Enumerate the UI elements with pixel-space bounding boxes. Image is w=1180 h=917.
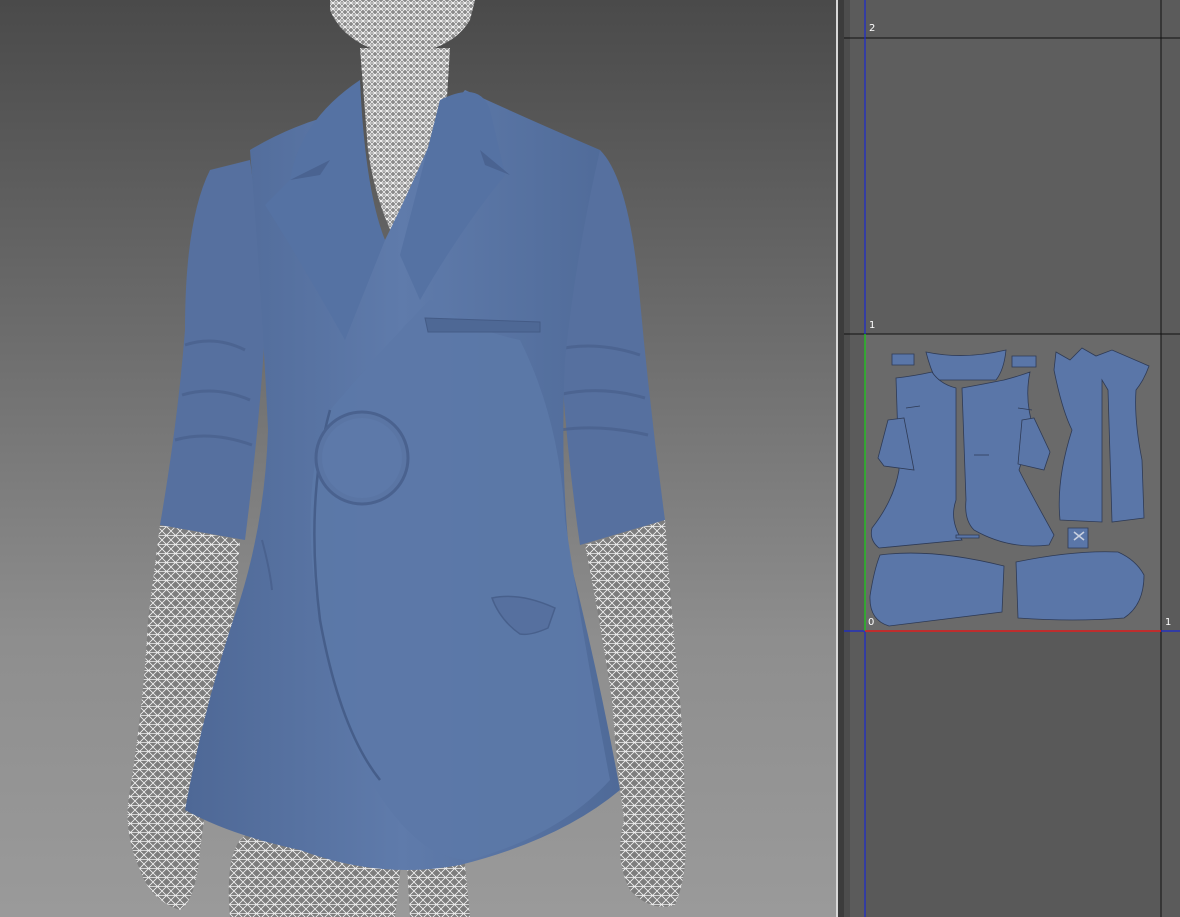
uv-label-v-2: 2	[869, 23, 876, 34]
jacket-3d[interactable]	[160, 80, 665, 870]
uv-piece-button	[1067, 527, 1089, 549]
panel-divider[interactable]	[836, 0, 844, 917]
uv-tile-lower	[865, 631, 1161, 917]
uv-label-v-1: 1	[869, 320, 876, 331]
3d-viewport[interactable]	[0, 0, 836, 917]
uv-piece-collar-tab-left	[891, 353, 915, 366]
uv-canvas[interactable]	[844, 0, 1180, 917]
garment-render	[127, 0, 686, 917]
uv-label-u-1: 1	[1165, 617, 1172, 628]
uv-piece-small-strip	[955, 534, 980, 539]
uv-editor-panel[interactable]: 2 1 0 1	[844, 0, 1180, 917]
uv-piece-collar-tab-right	[1011, 355, 1037, 368]
uv-piece-sleeve-right	[1015, 551, 1145, 621]
uv-tile-upper	[865, 38, 1161, 334]
uv-label-origin: 0	[868, 617, 875, 628]
